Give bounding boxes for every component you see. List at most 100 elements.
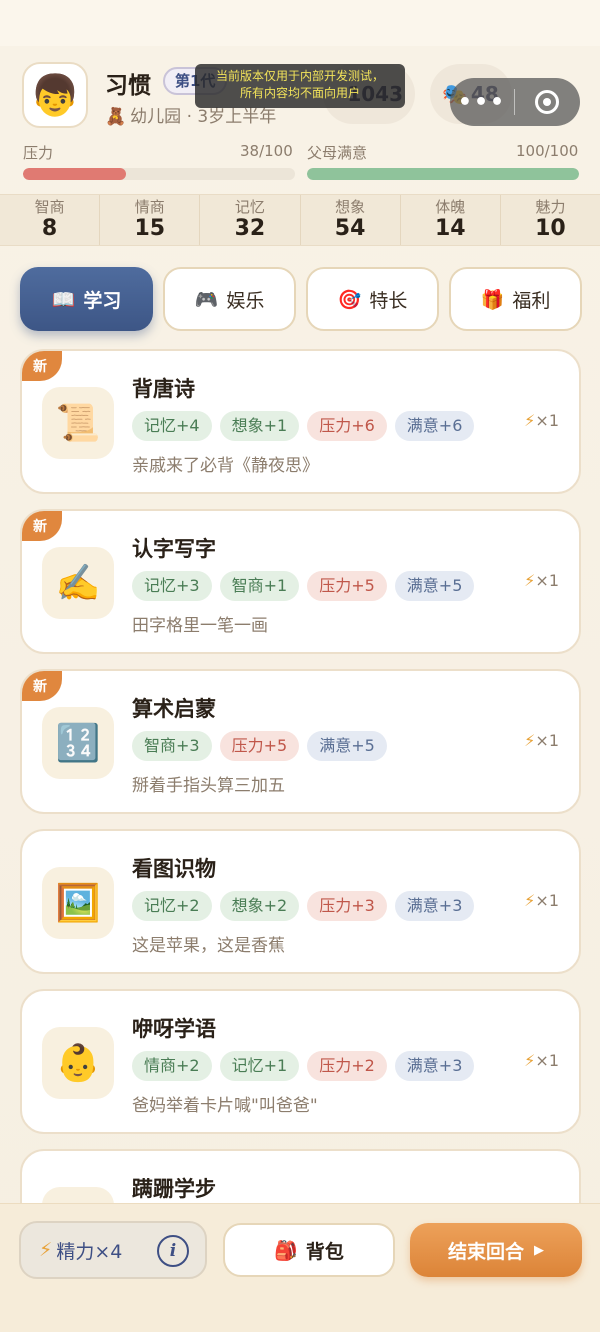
backpack-button[interactable]: 🎒 背包 — [223, 1223, 395, 1277]
stat-value: 15 — [134, 216, 166, 241]
pressure-value: 38/100 — [240, 142, 293, 160]
stat-label: 魅力 — [535, 198, 566, 216]
stat-charm: 魅力 10 — [501, 195, 600, 245]
notice-line-2: 所有内容均不面向用户 — [239, 86, 360, 100]
tab-label: 娱乐 — [226, 289, 265, 312]
activity-title: 咿呀学语 — [132, 1017, 216, 1041]
activity-card[interactable]: 新 📜 背唐诗 记忆+4 想象+1 压力+6 满意+6 亲戚来了必背《静夜思》 ⚡×1 — [20, 349, 581, 494]
gamepad-icon: 🎮 — [194, 288, 219, 311]
energy-cost-value: ×1 — [535, 891, 559, 910]
activity-description: 这是苹果，这是香蕉 — [132, 936, 285, 956]
energy-cost: ⚡×1 — [524, 891, 559, 910]
child-name: 习惯 — [105, 73, 151, 99]
life-stage-text: 幼儿园 · 3岁上半年 — [130, 107, 277, 127]
effect-tag: 想象+2 — [219, 891, 300, 921]
backpack-label: 背包 — [305, 1240, 344, 1263]
tab-label: 福利 — [512, 289, 551, 312]
effect-tags: 智商+3 压力+5 满意+5 — [132, 731, 395, 761]
dev-notice-toast: 当前版本仅用于内部开发测试， 所有内容均不面向用户 — [195, 64, 405, 108]
stat-iq: 智商 8 — [0, 195, 101, 245]
activity-card[interactable]: 新 ✍️ 认字写字 记忆+3 智商+1 压力+5 满意+5 田字格里一笔一画 ⚡×1 — [20, 509, 581, 654]
effect-tag: 记忆+3 — [132, 571, 212, 601]
effect-tag: 压力+2 — [307, 1051, 387, 1081]
tab-entertainment[interactable]: 🎮 娱乐 — [163, 267, 296, 331]
bottom-action-bar: ⚡ 精力×4 i 🎒 背包 结束回合 ▶ — [0, 1203, 600, 1332]
stat-memory: 记忆 32 — [200, 195, 301, 245]
close-miniprogram-button[interactable] — [515, 90, 579, 114]
satisfaction-bar — [307, 168, 579, 180]
target-circle-icon — [535, 90, 559, 114]
scroll-icon: 📜 — [42, 387, 114, 459]
backpack-icon: 🎒 — [274, 1239, 298, 1262]
status-bar-area — [0, 0, 600, 46]
effect-tags: 记忆+2 想象+2 压力+3 满意+3 — [132, 891, 482, 921]
teddy-bear-icon: 🧸 — [105, 107, 127, 127]
info-icon[interactable]: i — [157, 1235, 189, 1267]
satisfaction-value: 100/100 — [516, 142, 579, 160]
boy-face-icon[interactable]: 👦 — [22, 62, 88, 128]
play-arrow-icon: ▶ — [534, 1242, 544, 1258]
activity-card[interactable]: 新 🔢 算术启蒙 智商+3 压力+5 满意+5 掰着手指头算三加五 ⚡×1 — [20, 669, 581, 814]
effect-tag: 智商+3 — [132, 731, 212, 761]
activity-card[interactable]: 🖼️ 看图识物记忆+2 想象+2 压力+3 满意+3 这是苹果，这是香蕉 ⚡×1 — [20, 829, 581, 974]
effect-tag: 情商+2 — [132, 1051, 212, 1081]
stat-value: 14 — [434, 216, 466, 241]
effect-tag: 智商+1 — [219, 571, 300, 601]
effect-tag: 记忆+2 — [132, 891, 212, 921]
tab-study[interactable]: 📖 学习 — [20, 267, 153, 331]
effect-tag: 记忆+1 — [219, 1051, 300, 1081]
stat-label: 智商 — [34, 198, 65, 216]
satisfaction-label: 父母满意 — [307, 144, 368, 162]
tab-label: 特长 — [369, 289, 408, 312]
pressure-label: 压力 — [23, 144, 54, 162]
category-tabs: 📖 学习 🎮 娱乐 🎯 特长 🎁 福利 — [20, 267, 582, 331]
baby-icon: 👶 — [42, 1027, 114, 1099]
effect-tag: 压力+5 — [219, 731, 300, 761]
stat-value: 32 — [234, 216, 266, 241]
pressure-bar — [23, 168, 295, 180]
effect-tags: 记忆+4 想象+1 压力+6 满意+6 — [132, 411, 482, 441]
tab-welfare[interactable]: 🎁 福利 — [449, 267, 582, 331]
activity-description: 亲戚来了必背《静夜思》 — [132, 456, 319, 476]
stat-value: 10 — [535, 216, 566, 241]
activity-title: 背唐诗 — [132, 377, 195, 401]
effect-tag: 压力+6 — [307, 411, 387, 441]
activity-description: 田字格里一笔一画 — [132, 616, 268, 636]
more-menu-button[interactable]: ••• — [450, 90, 514, 115]
attribute-stats: 智商 8 情商 15 记忆 32 想象 54 体魄 14 魅力 10 — [0, 194, 600, 246]
end-turn-button[interactable]: 结束回合 ▶ — [410, 1223, 582, 1277]
writing-hand-icon: ✍️ — [42, 547, 114, 619]
activity-card[interactable]: 👶 咿呀学语 情商+2 记忆+1 压力+2 满意+3 爸妈举着卡片喊"叫爸爸" ⚡×1 — [20, 989, 581, 1134]
energy-cost-value: ×1 — [535, 411, 559, 430]
tab-talent[interactable]: 🎯 特长 — [306, 267, 439, 331]
satisfaction-bar-fill — [307, 168, 579, 180]
stat-label: 想象 — [335, 198, 366, 216]
stat-label: 情商 — [134, 198, 165, 216]
effect-tag: 压力+5 — [307, 571, 387, 601]
activity-title: 蹒跚学步 — [132, 1177, 216, 1201]
activity-description: 掰着手指头算三加五 — [132, 776, 285, 796]
effect-tag: 压力+3 — [307, 891, 387, 921]
pressure-bar-fill — [23, 168, 127, 180]
stat-label: 体魄 — [435, 198, 466, 216]
effect-tag: 满意+3 — [394, 891, 475, 921]
effect-tag: 满意+6 — [394, 411, 475, 441]
lightning-icon: ⚡ — [524, 571, 536, 590]
numbers-icon: 🔢 — [42, 707, 114, 779]
stat-value: 54 — [334, 216, 366, 241]
player-header: 👦 习惯 第1代 🧸幼儿园 · 3岁上半年 1043 🎭 48 当前版本仅用于内… — [0, 60, 600, 190]
target-icon: 🎯 — [337, 288, 362, 311]
effect-tag: 满意+5 — [307, 731, 387, 761]
activity-description: 爸妈举着卡片喊"叫爸爸" — [132, 1096, 318, 1116]
framed-picture-icon: 🖼️ — [42, 867, 114, 939]
activity-title: 算术启蒙 — [132, 697, 216, 721]
energy-cost-value: ×1 — [535, 1051, 559, 1070]
activity-title: 看图识物 — [132, 857, 216, 881]
lightning-icon: ⚡ — [524, 1051, 536, 1070]
end-turn-label: 结束回合 — [447, 1240, 524, 1263]
energy-cost: ⚡×1 — [524, 411, 559, 430]
activity-title: 认字写字 — [132, 537, 216, 561]
energy-indicator[interactable]: ⚡ 精力×4 i — [19, 1221, 207, 1279]
energy-cost-value: ×1 — [535, 571, 559, 590]
effect-tag: 满意+5 — [394, 571, 475, 601]
